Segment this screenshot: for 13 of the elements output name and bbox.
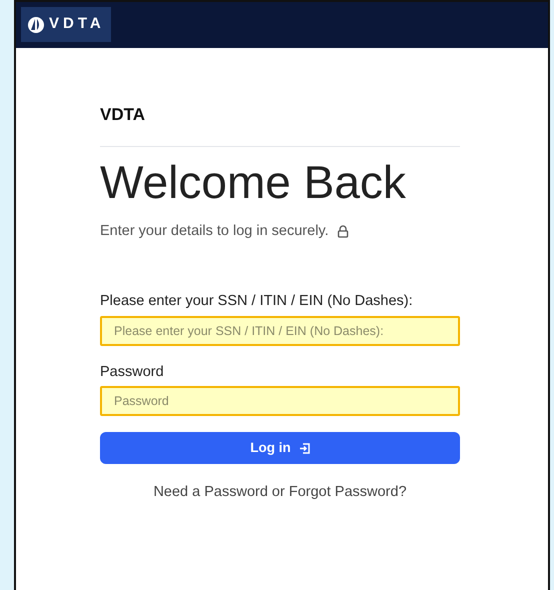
- field-label: Password: [100, 362, 165, 382]
- logo-text: VDTA: [49, 14, 105, 34]
- id-number-field[interactable]: Please enter your SSN / ITIN / EIN (No Dashes):: [100, 316, 460, 346]
- lock-icon: [336, 225, 349, 238]
- forgot-password-link[interactable]: Need a Password or Forgot Password?: [153, 484, 407, 500]
- brand-heading: VDTA: [100, 102, 460, 146]
- field-label: Please enter your SSN / ITIN / EIN (No Dashes):: [100, 292, 414, 311]
- login-icon: [298, 442, 310, 454]
- login-button[interactable]: Log in: [100, 432, 460, 464]
- subtitle: Enter your details to log in securely.: [100, 222, 329, 242]
- sail-icon: [27, 16, 45, 34]
- password-field[interactable]: Password: [100, 386, 460, 416]
- page-title: Welcome Back: [100, 156, 407, 208]
